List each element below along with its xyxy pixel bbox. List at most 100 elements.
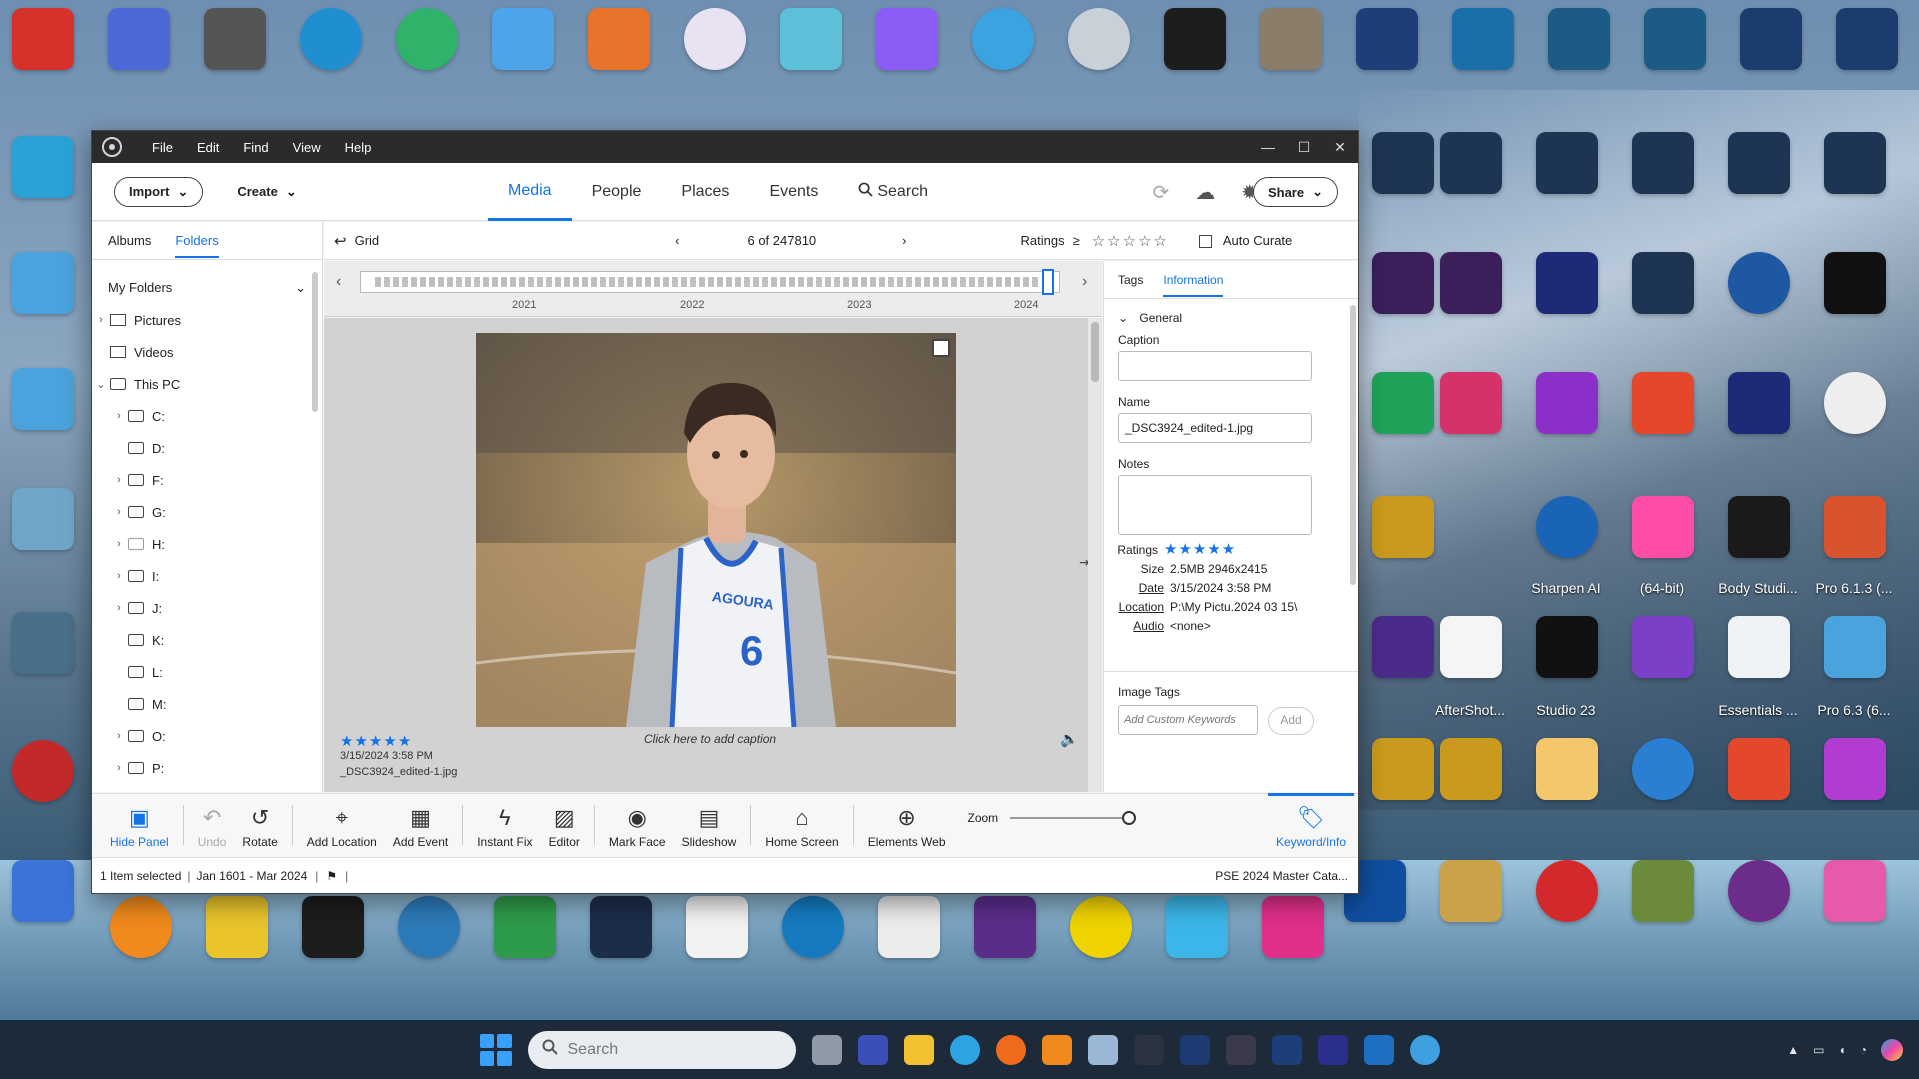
folder-drive[interactable]: › G:: [92, 496, 322, 528]
folder-drive[interactable]: › P:: [92, 752, 322, 784]
chevron-right-icon[interactable]: ›: [110, 506, 128, 518]
taskbar-app-icon[interactable]: [811, 1034, 842, 1065]
ratings-filter-stars[interactable]: ☆☆☆☆☆: [1092, 232, 1169, 250]
folder-drive[interactable]: M:: [92, 688, 322, 720]
star-icon[interactable]: ★: [369, 733, 383, 750]
close-icon[interactable]: ✕: [1322, 131, 1358, 163]
desktop-icon[interactable]: [1262, 896, 1324, 958]
folder-icon[interactable]: [903, 1034, 934, 1065]
add-location-button[interactable]: ⌖ Add Location: [299, 793, 385, 857]
chevron-right-icon[interactable]: ›: [92, 314, 110, 326]
desktop-icon[interactable]: [1536, 496, 1598, 558]
desktop-icon[interactable]: [780, 8, 842, 70]
taskbar-app-icon[interactable]: [1133, 1034, 1164, 1065]
star-icon[interactable]: ★: [383, 733, 397, 750]
add-event-button[interactable]: ▦ Add Event: [385, 793, 456, 857]
chevron-up-icon[interactable]: ▲: [1787, 1043, 1799, 1057]
desktop-icon[interactable]: [12, 136, 74, 198]
desktop-icon[interactable]: [1440, 372, 1502, 434]
desktop-icon[interactable]: [1824, 372, 1886, 434]
slideshow-button[interactable]: ▤ Slideshow: [674, 793, 745, 857]
taskbar-app-icon[interactable]: [1409, 1034, 1440, 1065]
desktop-icon[interactable]: [1728, 496, 1790, 558]
desktop-icon[interactable]: [110, 896, 172, 958]
desktop-icon[interactable]: [206, 896, 268, 958]
ratings-operator[interactable]: ≥: [1073, 233, 1080, 248]
general-section-header[interactable]: ⌄ General: [1104, 299, 1358, 325]
desktop-icon[interactable]: [12, 8, 74, 70]
desktop-icon[interactable]: [1632, 496, 1694, 558]
chevron-right-icon[interactable]: ›: [110, 730, 128, 742]
chevron-right-icon[interactable]: ›: [110, 474, 128, 486]
desktop-icon[interactable]: [1068, 8, 1130, 70]
browser-icon[interactable]: [995, 1034, 1026, 1065]
desktop-icon[interactable]: [1536, 616, 1598, 678]
desktop-icon[interactable]: [398, 896, 460, 958]
chevron-right-icon[interactable]: ›: [110, 602, 128, 614]
create-button[interactable]: Create ⌄: [237, 184, 296, 200]
folder-pictures[interactable]: › Pictures: [92, 304, 322, 336]
add-keyword-button[interactable]: Add: [1268, 707, 1314, 735]
desktop-icon[interactable]: [1164, 8, 1226, 70]
desktop-icon[interactable]: [1728, 372, 1790, 434]
folder-drive[interactable]: › C:: [92, 400, 322, 432]
desktop-icon[interactable]: [972, 8, 1034, 70]
desktop-icon[interactable]: [878, 896, 940, 958]
undo-button[interactable]: ↶ Undo: [190, 793, 235, 857]
editor-button[interactable]: ▨ Editor: [541, 793, 588, 857]
menu-view[interactable]: View: [293, 140, 321, 155]
desktop-icon[interactable]: [876, 8, 938, 70]
copilot-icon[interactable]: [1881, 1038, 1903, 1061]
desktop-icon[interactable]: [1372, 496, 1434, 558]
audio-icon[interactable]: 🔈: [1060, 730, 1079, 748]
zoom-slider[interactable]: [1010, 811, 1137, 825]
menu-edit[interactable]: Edit: [197, 140, 219, 155]
desktop-icon[interactable]: [396, 8, 458, 70]
tab-media[interactable]: Media: [488, 163, 572, 221]
folder-drive[interactable]: › F:: [92, 464, 322, 496]
desktop-icon[interactable]: [494, 896, 556, 958]
desktop-icon[interactable]: [1548, 8, 1610, 70]
rotate-button[interactable]: ↺ Rotate: [234, 793, 285, 857]
desktop-icon[interactable]: [1740, 8, 1802, 70]
desktop-icon[interactable]: [1070, 896, 1132, 958]
desktop-icon[interactable]: [108, 8, 170, 70]
name-field[interactable]: _DSC3924_edited-1.jpg: [1118, 413, 1312, 443]
desktop-icon[interactable]: [1728, 738, 1790, 800]
desktop-icon[interactable]: [1536, 860, 1598, 922]
desktop-icon[interactable]: [590, 896, 652, 958]
keyword-info-button[interactable]: 🏷 Keyword/Info: [1267, 793, 1354, 857]
notification-icon[interactable]: ◔: [1860, 1043, 1867, 1057]
taskbar-app-icon[interactable]: [1317, 1034, 1348, 1065]
chevron-down-icon[interactable]: ⌄: [92, 378, 110, 391]
timeline-left-arrow-icon[interactable]: ‹: [336, 273, 341, 291]
desktop-icon[interactable]: [1632, 132, 1694, 194]
taskbar-app-icon[interactable]: [1087, 1034, 1118, 1065]
tab-tags[interactable]: Tags: [1118, 273, 1143, 287]
desktop-icon[interactable]: [1728, 860, 1790, 922]
menu-file[interactable]: File: [152, 140, 173, 155]
folder-drive[interactable]: L:: [92, 656, 322, 688]
desktop-icon[interactable]: [1372, 372, 1434, 434]
tab-events[interactable]: Events: [749, 163, 838, 221]
desktop-icon[interactable]: [1440, 616, 1502, 678]
left-panel-scrollbar[interactable]: [312, 272, 318, 412]
desktop-icon[interactable]: [1440, 132, 1502, 194]
desktop-icon[interactable]: [684, 8, 746, 70]
taskbar-search[interactable]: Search: [527, 1030, 796, 1069]
desktop-icon[interactable]: [1372, 738, 1434, 800]
location-key[interactable]: Location: [1104, 600, 1170, 614]
desktop-icon[interactable]: [1824, 132, 1886, 194]
viewer-scrollbar[interactable]: [1088, 318, 1102, 792]
photo-preview[interactable]: AGOURA 6: [476, 333, 956, 727]
taskbar-app-icon[interactable]: [857, 1034, 888, 1065]
caption-field[interactable]: [1118, 351, 1312, 381]
desktop-icon[interactable]: [1632, 252, 1694, 314]
desktop-icon[interactable]: [1440, 860, 1502, 922]
hide-panel-button[interactable]: ▣ Hide Panel: [102, 793, 177, 857]
desktop-icon[interactable]: [1440, 252, 1502, 314]
menu-find[interactable]: Find: [243, 140, 268, 155]
date-key[interactable]: Date: [1104, 581, 1170, 595]
desktop-icon[interactable]: [1536, 372, 1598, 434]
taskbar-app-icon[interactable]: [1363, 1034, 1394, 1065]
